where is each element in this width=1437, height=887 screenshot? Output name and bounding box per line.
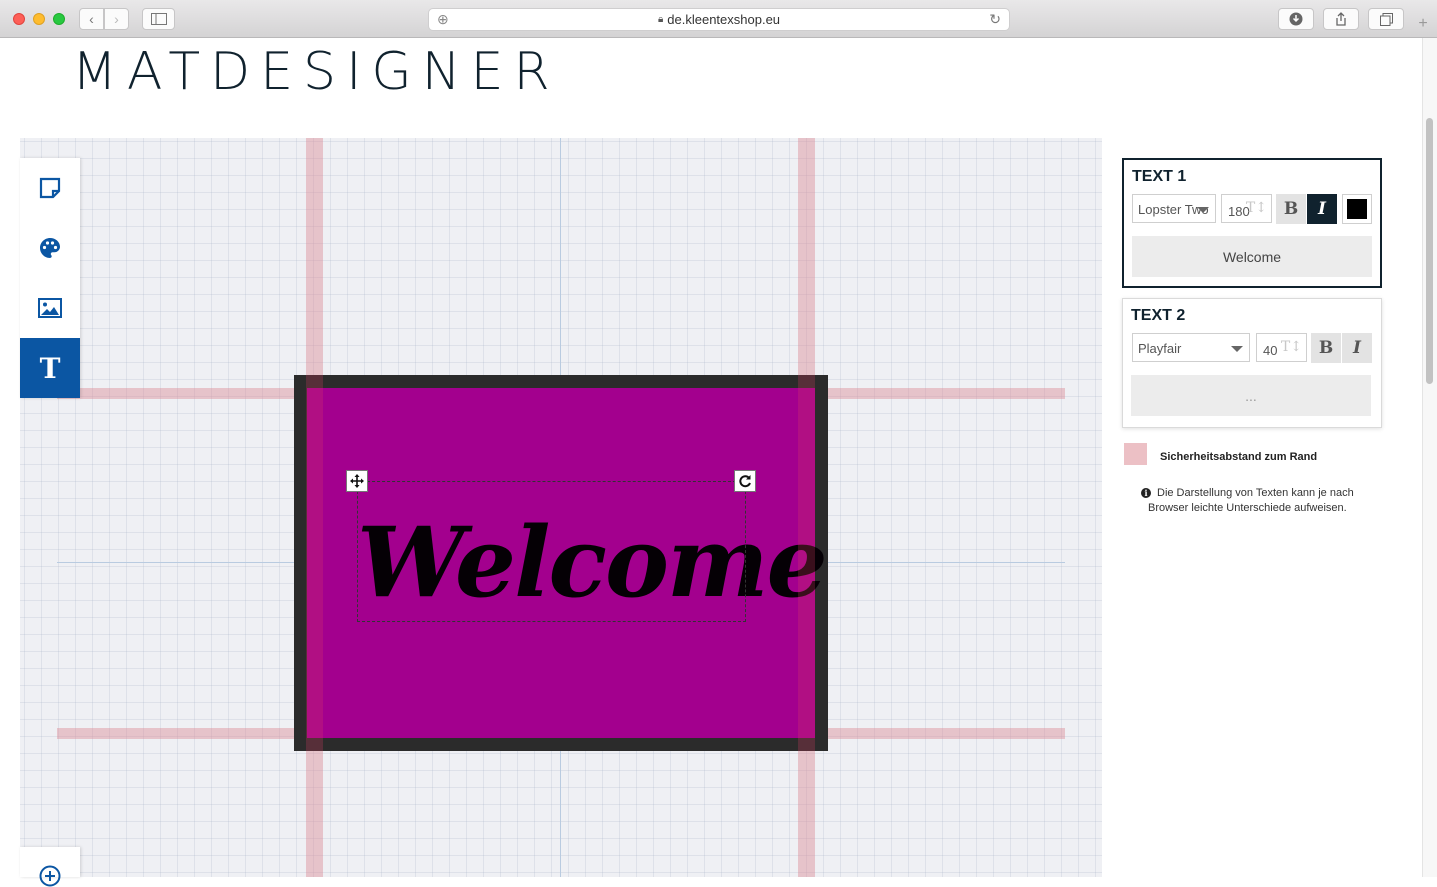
text-1-color-picker[interactable] [1342, 194, 1372, 224]
forward-button[interactable]: › [104, 8, 129, 30]
text-1-font-select[interactable]: Lopster Two [1132, 194, 1216, 223]
close-window-button[interactable] [13, 13, 25, 25]
tabs-overview-button[interactable] [1368, 8, 1404, 30]
text-1-input[interactable] [1132, 236, 1372, 277]
sidebar-icon [150, 13, 167, 25]
mat-shape-tool[interactable] [20, 158, 80, 218]
new-tab-button[interactable]: + [1414, 14, 1432, 34]
chevron-down-icon [1197, 207, 1209, 213]
text-size-icon: T↕ [1245, 200, 1267, 216]
scrollbar-thumb[interactable] [1426, 118, 1433, 384]
text-2-title: TEXT 2 [1131, 307, 1186, 324]
downloads-button[interactable] [1278, 8, 1314, 30]
text-2-bold-button[interactable]: B [1311, 333, 1341, 363]
text-1-bold-button[interactable]: B [1276, 194, 1306, 224]
text-2-size-value: 40 [1263, 343, 1278, 358]
text-2-font-value: Playfair [1138, 341, 1182, 356]
text-1-panel: TEXT 1 Lopster Two 180 T↕ B I [1122, 158, 1382, 288]
text-2-italic-button[interactable]: I [1342, 333, 1372, 363]
address-bar[interactable]: ⊕ 🔒︎ de.kleentexshop.eu ↻ [428, 8, 1010, 31]
chevron-down-icon [1231, 346, 1243, 352]
mat-shape-icon [39, 177, 61, 199]
site-logo[interactable]: MATDESIGNER [72, 42, 560, 102]
move-icon [350, 474, 364, 488]
rotate-icon [739, 475, 751, 488]
color-tool[interactable] [20, 218, 80, 278]
browser-note: Die Darstellung von Texten kann je nach … [1148, 487, 1354, 514]
share-button[interactable] [1323, 8, 1359, 30]
tool-sidebar: T [20, 158, 80, 398]
browser-toolbar: ‹ › ⊕ 🔒︎ de.kleentexshop.eu ↻ + [0, 0, 1437, 38]
text-1-title: TEXT 1 [1132, 168, 1187, 185]
text-size-icon: T↕ [1280, 339, 1302, 355]
design-canvas[interactable]: Welcome [20, 138, 1102, 877]
text-tool-icon: T [39, 351, 61, 385]
safety-overlay-right [798, 375, 815, 751]
download-icon [1289, 12, 1303, 26]
bold-icon: B [1318, 338, 1334, 358]
sidebar-toggle-button[interactable] [142, 8, 175, 30]
text-2-font-select[interactable]: Playfair [1132, 333, 1250, 362]
color-swatch [1347, 199, 1367, 219]
reload-icon[interactable]: ↻ [989, 11, 1001, 28]
url-text: de.kleentexshop.eu [667, 12, 781, 27]
zoom-tool[interactable] [20, 847, 80, 887]
share-icon [1336, 12, 1346, 26]
rotate-handle[interactable] [734, 470, 756, 492]
bold-icon: B [1283, 199, 1299, 219]
minimize-window-button[interactable] [33, 13, 45, 25]
text-2-size-input[interactable]: 40 T↕ [1256, 333, 1307, 362]
text-1-italic-button[interactable]: I [1307, 194, 1337, 224]
back-button[interactable]: ‹ [79, 8, 104, 30]
tabs-icon [1379, 12, 1393, 26]
chevron-left-icon: ‹ [89, 11, 94, 27]
text-2-input[interactable] [1131, 375, 1371, 416]
move-handle[interactable] [346, 470, 368, 492]
palette-icon [40, 238, 60, 258]
plus-icon: + [1418, 15, 1428, 32]
image-icon [38, 298, 62, 318]
text-tool[interactable]: T [20, 338, 80, 398]
italic-icon: I [1318, 199, 1326, 219]
safety-overlay-left [306, 375, 323, 751]
italic-icon: I [1353, 338, 1361, 358]
add-bookmark-icon[interactable]: ⊕ [437, 11, 449, 28]
lock-icon: 🔒︎ [657, 14, 664, 25]
zoom-window-button[interactable] [53, 13, 65, 25]
image-tool[interactable] [20, 278, 80, 338]
text-selection-box[interactable] [357, 481, 746, 622]
text-2-panel: TEXT 2 Playfair 40 T↕ B I [1122, 298, 1382, 428]
zoom-in-icon [39, 865, 61, 887]
chevron-right-icon: › [114, 11, 119, 27]
safety-margin-swatch [1124, 443, 1147, 465]
safety-margin-label: Sicherheitsabstand zum Rand [1160, 451, 1318, 463]
text-1-size-input[interactable]: 180 T↕ [1221, 194, 1272, 223]
